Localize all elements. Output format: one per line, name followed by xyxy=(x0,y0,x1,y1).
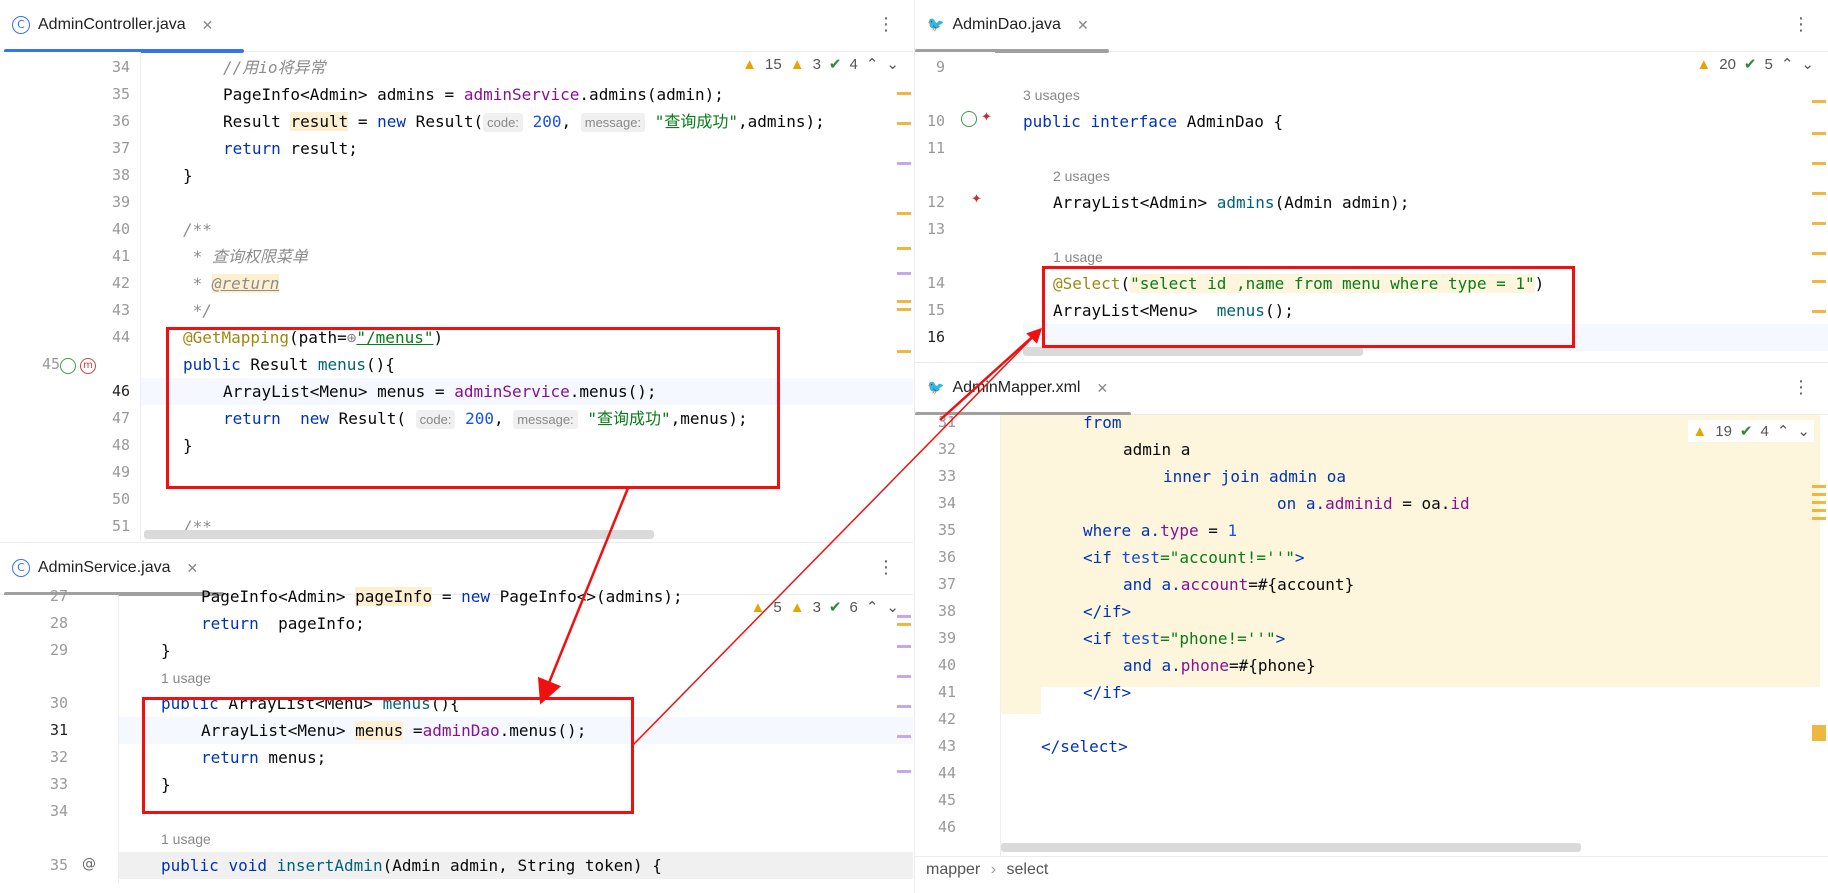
tab-admin-controller[interactable]: C AdminController.java ✕ xyxy=(12,16,213,34)
mybatis-bird-icon: 🐦 xyxy=(927,380,945,396)
mybatis-bird-icon[interactable]: ✦ xyxy=(971,192,982,207)
java-class-icon: C xyxy=(12,16,30,34)
breadcrumb-item-mapper[interactable]: mapper xyxy=(926,861,980,878)
line-gutter: 34 35 36 37 38 39 40 41 42 43 44 45 46 4… xyxy=(0,52,141,541)
line-gutter: 31 32 33 34 35 36 37 38 39 40 41 42 43 4… xyxy=(915,413,1001,857)
annotation-box-service xyxy=(142,697,634,814)
tab-admin-mapper[interactable]: 🐦 AdminMapper.xml ✕ xyxy=(927,379,1108,397)
breadcrumb: mapper › select xyxy=(914,856,1828,883)
close-icon[interactable]: ✕ xyxy=(1077,17,1089,34)
editor-pane-admin-controller: C AdminController.java ✕ ⋮ ▲ 15 ▲ 3 ✔ 4 ⌃ ⌄… xyxy=(0,0,913,541)
horizontal-scrollbar[interactable] xyxy=(1001,843,1581,852)
line-gutter: 9 10 11 12 13 14 15 16 ✦ ✦ xyxy=(915,52,995,361)
annotation-box-controller xyxy=(166,327,780,489)
close-icon[interactable]: ✕ xyxy=(202,17,214,34)
error-stripe xyxy=(1812,52,1828,361)
breadcrumb-item-select[interactable]: select xyxy=(1006,861,1048,878)
java-class-icon: C xyxy=(12,559,30,577)
close-icon[interactable]: ✕ xyxy=(187,560,199,577)
more-options-icon[interactable]: ⋮ xyxy=(1792,14,1810,35)
error-stripe xyxy=(1812,415,1828,857)
tab-label: AdminMapper.xml xyxy=(952,379,1081,396)
horizontal-scrollbar[interactable] xyxy=(1023,347,1363,356)
editor-pane-admin-service: C AdminService.java ✕ ⋮ ▲ 5 ▲ 3 ✔ 6 ⌃ ⌄ 27 … xyxy=(0,542,913,883)
endpoint-icon[interactable] xyxy=(60,358,76,374)
more-options-icon[interactable]: ⋮ xyxy=(877,14,895,35)
line-gutter: 27 28 29 30 31 32 33 34 35 @ xyxy=(0,587,119,883)
mybatis-bird-icon[interactable]: ✦ xyxy=(981,110,992,125)
annotation-box-dao xyxy=(1042,266,1575,348)
more-options-icon[interactable]: ⋮ xyxy=(1792,377,1810,398)
tab-admin-service[interactable]: C AdminService.java ✕ xyxy=(12,559,198,577)
tab-label: AdminController.java xyxy=(38,16,186,33)
tab-label: AdminService.java xyxy=(38,559,171,576)
editor-pane-admin-mapper: 🐦 AdminMapper.xml ✕ ⋮ ▲ 19 ✔ 4 ⌃ ⌄ 31 32 3… xyxy=(915,362,1828,857)
editor-pane-admin-dao: 🐦 AdminDao.java ✕ ⋮ ▲ 20 ✔ 5 ⌃ ⌄ 9 10 11 1… xyxy=(915,0,1828,361)
mapping-icon[interactable]: m xyxy=(80,358,96,374)
tab-bar: 🐦 AdminMapper.xml ✕ ⋮ xyxy=(915,363,1828,416)
breadcrumb-separator: › xyxy=(990,861,997,878)
more-options-icon[interactable]: ⋮ xyxy=(877,557,895,578)
implemented-icon[interactable] xyxy=(961,111,977,127)
tab-bar: C AdminController.java ✕ ⋮ xyxy=(0,0,913,53)
tab-bar: 🐦 AdminDao.java ✕ ⋮ xyxy=(915,0,1828,53)
error-stripe xyxy=(897,595,913,883)
override-icon[interactable]: @ xyxy=(82,856,96,872)
mybatis-bird-icon: 🐦 xyxy=(927,17,945,33)
tab-label: AdminDao.java xyxy=(952,16,1061,33)
injected-sql-highlight-end xyxy=(1001,687,1041,714)
tab-admin-dao[interactable]: 🐦 AdminDao.java ✕ xyxy=(927,16,1089,34)
horizontal-scrollbar[interactable] xyxy=(144,530,654,539)
code-area[interactable]: from admin a inner join admin oa on a.ad… xyxy=(1041,413,1828,857)
error-stripe xyxy=(897,52,913,541)
close-icon[interactable]: ✕ xyxy=(1096,380,1108,397)
